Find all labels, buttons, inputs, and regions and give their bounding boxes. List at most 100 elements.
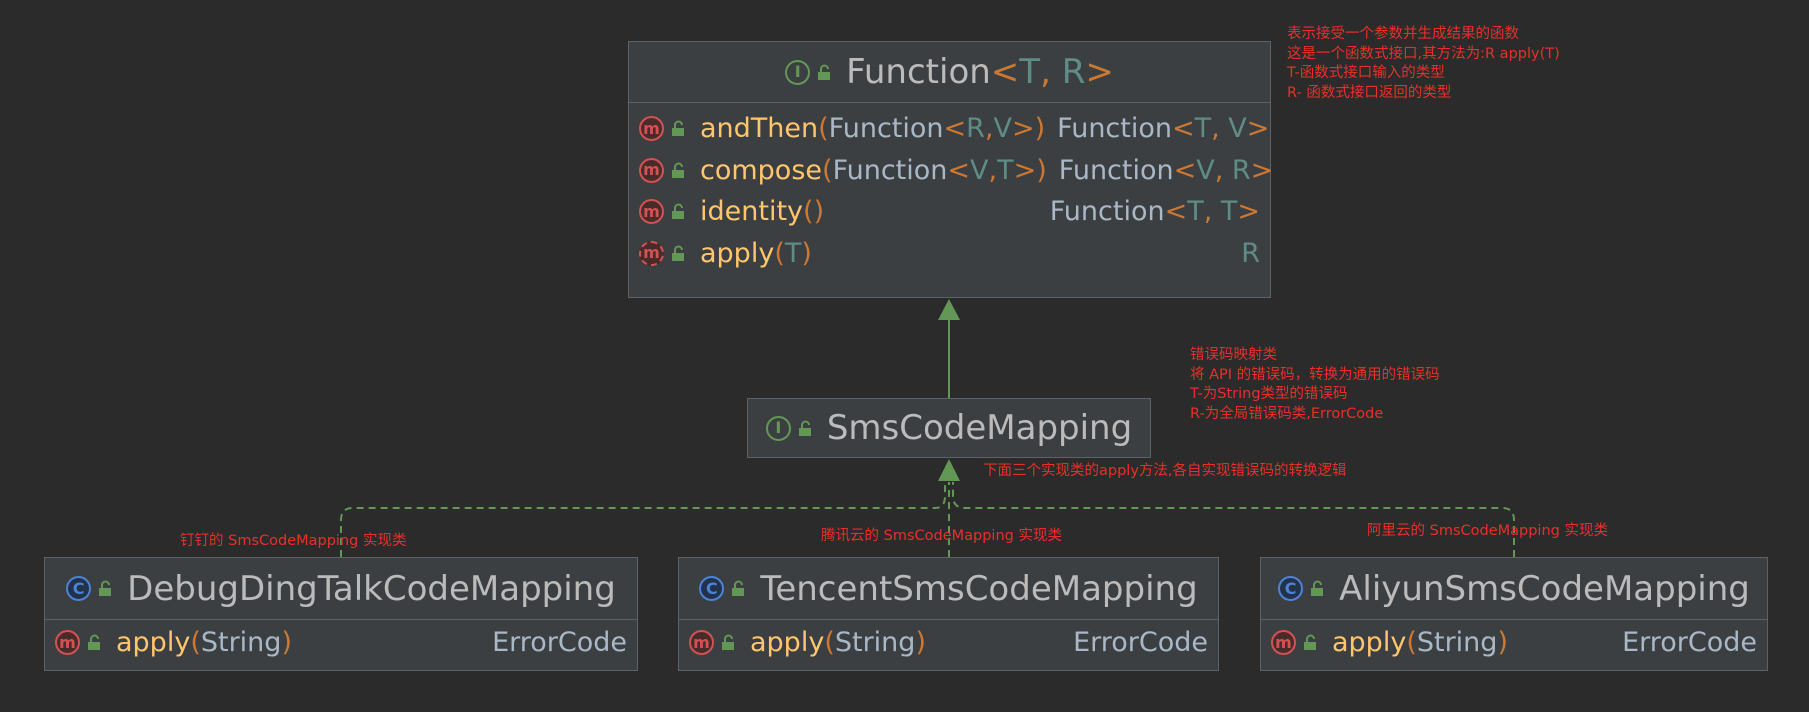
method-row: m andThen(Function < R, V >) Function<T, V> xyxy=(629,108,1270,150)
method-return-type: Function<T, T> xyxy=(1038,196,1260,227)
paren-open: ( xyxy=(774,237,785,269)
method-return-type: Function<T, V> xyxy=(1045,113,1269,144)
annotation-tencent: 腾讯云的 SmsCodeMapping 实现类 xyxy=(821,528,1062,544)
return-type-token: Function xyxy=(1057,113,1172,145)
annotation-line: R-为全局错误码类,ErrorCode xyxy=(1190,405,1384,422)
paren-close: ) xyxy=(281,627,292,659)
class-diagram: I Function<T, R> m andThen(Function < R, V >… xyxy=(0,0,1809,712)
return-type-token: ErrorCode xyxy=(492,627,627,659)
return-type-token: < xyxy=(1164,196,1188,228)
node-aliyun-sms-code-mapping[interactable]: C AliyunSmsCodeMapping m apply(String) Err… xyxy=(1260,557,1768,671)
method-name: apply xyxy=(700,237,775,269)
method-name: apply xyxy=(116,627,191,659)
return-type-token: R xyxy=(1231,154,1251,186)
type-separator: , xyxy=(1040,52,1062,92)
paren-open: ( xyxy=(1406,627,1417,659)
method-param: String xyxy=(200,627,282,659)
public-lock-icon xyxy=(672,203,684,220)
method-icon: m xyxy=(1271,630,1296,656)
annotation-line: 表示接受一个参数并生成结果的函数 xyxy=(1287,26,1519,42)
method-param: Function xyxy=(828,113,944,145)
method-param: , xyxy=(984,113,994,145)
node-debug-header: C DebugDingTalkCodeMapping xyxy=(45,558,637,620)
paren-open: ( xyxy=(818,113,829,145)
method-param: < xyxy=(943,113,967,145)
return-type-token: , xyxy=(1203,196,1221,228)
node-tencent-sms-code-mapping[interactable]: C TencentSmsCodeMapping m apply(String) Er… xyxy=(678,557,1219,671)
class-icon: C xyxy=(1278,576,1304,601)
method-icons: m xyxy=(1271,630,1318,656)
public-lock-icon xyxy=(672,162,684,178)
node-sms-code-mapping[interactable]: I SmsCodeMapping xyxy=(747,398,1151,458)
method-icons: m xyxy=(689,630,736,656)
return-type-token: ErrorCode xyxy=(1073,627,1208,659)
type-param-r: R xyxy=(1061,52,1086,92)
public-lock-icon xyxy=(1304,634,1316,651)
method-icon: m xyxy=(55,630,80,656)
method-icons: m xyxy=(639,116,686,142)
return-type-token: > xyxy=(1246,113,1270,145)
method-name: andThen xyxy=(700,113,819,145)
return-type-token: V xyxy=(1196,154,1215,186)
abstract-method-icon: m xyxy=(639,240,664,266)
node-function-members: m andThen(Function < R, V >) Function<T, V> m c… xyxy=(629,103,1273,274)
annotation-sms-code-mapping: 错误码映射类 将 API 的错误码，转换为通用的错误码 T-为String类型的… xyxy=(1190,346,1440,424)
method-icons: m xyxy=(639,199,686,225)
public-lock-icon xyxy=(99,580,112,596)
annotation-line: R- 函数式接口返回的类型 xyxy=(1287,84,1452,101)
method-return-type: ErrorCode xyxy=(480,627,627,658)
paren-close: ) xyxy=(1497,627,1508,659)
type-param-t: T xyxy=(1019,52,1041,92)
method-row: m apply(String) ErrorCode xyxy=(45,622,637,664)
annotation-implementations: 下面三个实现类的apply方法,各自实现错误码的转换逻辑 xyxy=(983,463,1347,479)
node-debug-dingtalk-code-mapping[interactable]: C DebugDingTalkCodeMapping m apply(String… xyxy=(44,557,638,671)
return-type-token: < xyxy=(1172,113,1195,145)
method-row: m identity() Function<T, T> xyxy=(629,191,1270,233)
annotation-aliyun: 阿里云的 SmsCodeMapping 实现类 xyxy=(1367,523,1608,539)
interface-icon: I xyxy=(765,415,791,441)
interface-icon: I xyxy=(785,59,811,85)
method-icons: m xyxy=(55,630,102,656)
paren-close: ) xyxy=(915,627,926,659)
public-lock-icon xyxy=(88,634,100,651)
class-icon: C xyxy=(699,576,725,601)
annotation-debug: 钉钉的 SmsCodeMapping 实现类 xyxy=(180,533,407,549)
method-row: m compose(Function < V, T >) Function<V, R> xyxy=(629,150,1273,192)
paren-open: ( xyxy=(824,627,835,659)
annotation-line: T-为String类型的错误码 xyxy=(1190,386,1348,402)
method-name: apply xyxy=(1332,627,1407,659)
method-icon: m xyxy=(689,630,714,656)
paren-close: ) xyxy=(813,196,825,228)
public-lock-icon xyxy=(672,245,684,261)
node-sms-code-mapping-header: I SmsCodeMapping xyxy=(748,399,1150,457)
method-param: V xyxy=(970,154,989,186)
return-type-token: V xyxy=(1228,113,1247,145)
method-param: > xyxy=(1013,154,1037,186)
method-return-type: R xyxy=(1229,238,1260,269)
return-type-token: , xyxy=(1211,113,1229,145)
return-type-token: Function xyxy=(1049,196,1165,228)
type-bracket-open: < xyxy=(990,52,1020,92)
annotation-function: 表示接受一个参数并生成结果的函数 这是一个函数式接口,其方法为:R apply(… xyxy=(1287,25,1560,103)
method-param: T xyxy=(784,237,802,269)
annotation-line: 将 API 的错误码，转换为通用的错误码 xyxy=(1190,366,1440,383)
method-param: String xyxy=(1416,627,1498,659)
node-debug-name: DebugDingTalkCodeMapping xyxy=(127,568,616,609)
return-type-token: T xyxy=(1220,196,1238,228)
node-function[interactable]: I Function<T, R> m andThen(Function < R, V >… xyxy=(628,41,1273,298)
node-debug-members: m apply(String) ErrorCode xyxy=(45,620,637,664)
class-icon: C xyxy=(66,576,92,601)
method-return-type: Function<V, R> xyxy=(1047,155,1274,186)
method-param: T xyxy=(997,154,1014,186)
node-debug-icons: C xyxy=(66,576,113,601)
method-param: , xyxy=(988,154,998,186)
method-param: R xyxy=(966,113,985,145)
method-icon: m xyxy=(639,157,664,183)
type-bracket-close: > xyxy=(1085,52,1114,92)
method-param: String xyxy=(834,627,916,659)
return-type-token: T xyxy=(1194,113,1212,145)
method-param: > xyxy=(1011,113,1035,145)
node-tencent-icons: C xyxy=(699,576,746,601)
node-sms-code-mapping-icons: I xyxy=(765,415,813,441)
annotation-line: T-函数式接口输入的类型 xyxy=(1287,65,1445,81)
